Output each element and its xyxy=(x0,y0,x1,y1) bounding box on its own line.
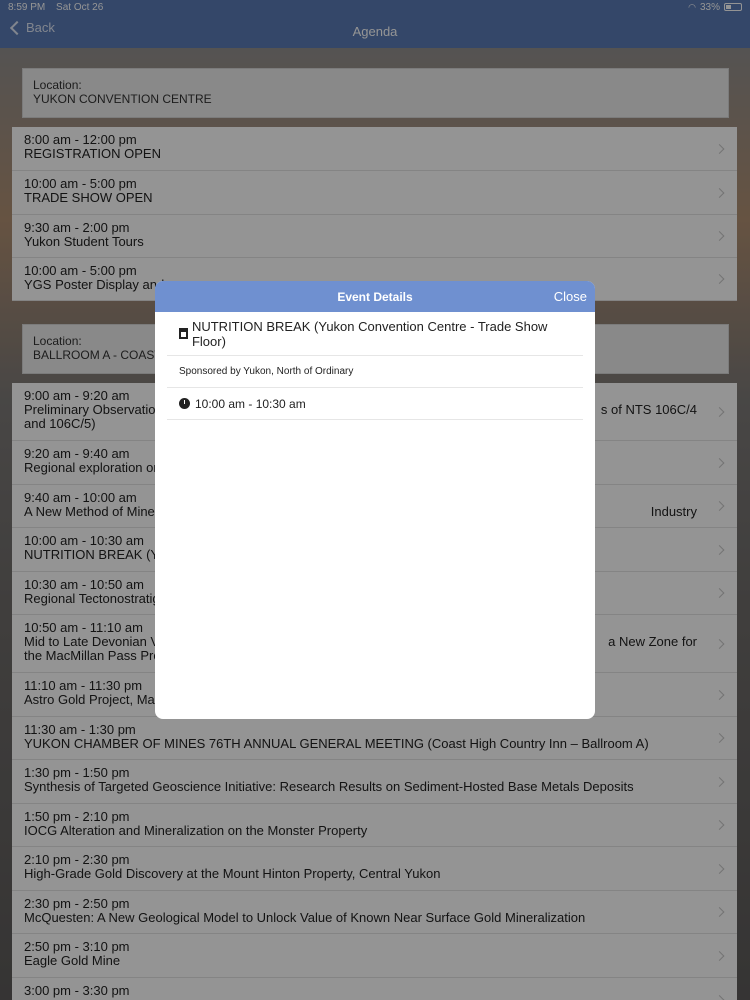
event-time-row: 10:00 am - 10:30 am xyxy=(167,388,583,420)
event-details-modal: Event Details Close NUTRITION BREAK (Yuk… xyxy=(155,281,595,719)
event-time: 10:00 am - 10:30 am xyxy=(195,396,306,411)
event-title: NUTRITION BREAK (Yukon Convention Centre… xyxy=(191,318,548,349)
clock-icon xyxy=(179,398,190,409)
sponsor-text: Sponsored by Yukon, North of Ordinary xyxy=(179,366,354,377)
modal-header: Event Details Close xyxy=(155,281,595,312)
calendar-icon xyxy=(179,328,188,339)
modal-title: Event Details xyxy=(337,289,413,304)
sponsor-row: Sponsored by Yukon, North of Ordinary xyxy=(167,356,583,388)
close-button[interactable]: Close xyxy=(554,289,587,304)
event-title-row: NUTRITION BREAK (Yukon Convention Centre… xyxy=(167,312,583,356)
